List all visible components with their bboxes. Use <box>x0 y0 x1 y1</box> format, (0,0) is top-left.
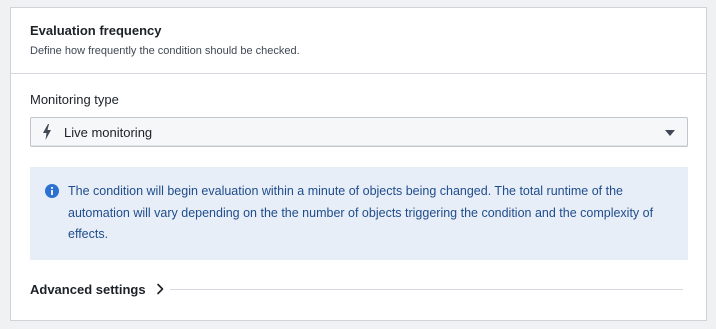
lightning-bolt-icon <box>43 124 51 140</box>
monitoring-type-value: Live monitoring <box>64 125 153 140</box>
advanced-settings-label: Advanced settings <box>30 281 146 297</box>
info-callout: The condition will begin evaluation with… <box>30 167 688 260</box>
evaluation-frequency-panel: Evaluation frequency Define how frequent… <box>10 7 707 321</box>
advanced-settings-divider <box>170 289 683 290</box>
callout-text: The condition will begin evaluation with… <box>68 184 654 241</box>
chevron-right-icon <box>156 283 163 295</box>
section-description: Define how frequently the condition shou… <box>30 45 300 57</box>
monitoring-type-label: Monitoring type <box>30 92 119 107</box>
info-icon <box>45 184 59 198</box>
section-header: Evaluation frequency Define how frequent… <box>11 8 706 74</box>
caret-down-icon <box>665 130 675 136</box>
section-title: Evaluation frequency <box>30 23 162 38</box>
advanced-settings-toggle[interactable]: Advanced settings <box>30 280 164 298</box>
monitoring-type-select[interactable]: Live monitoring <box>30 117 688 147</box>
